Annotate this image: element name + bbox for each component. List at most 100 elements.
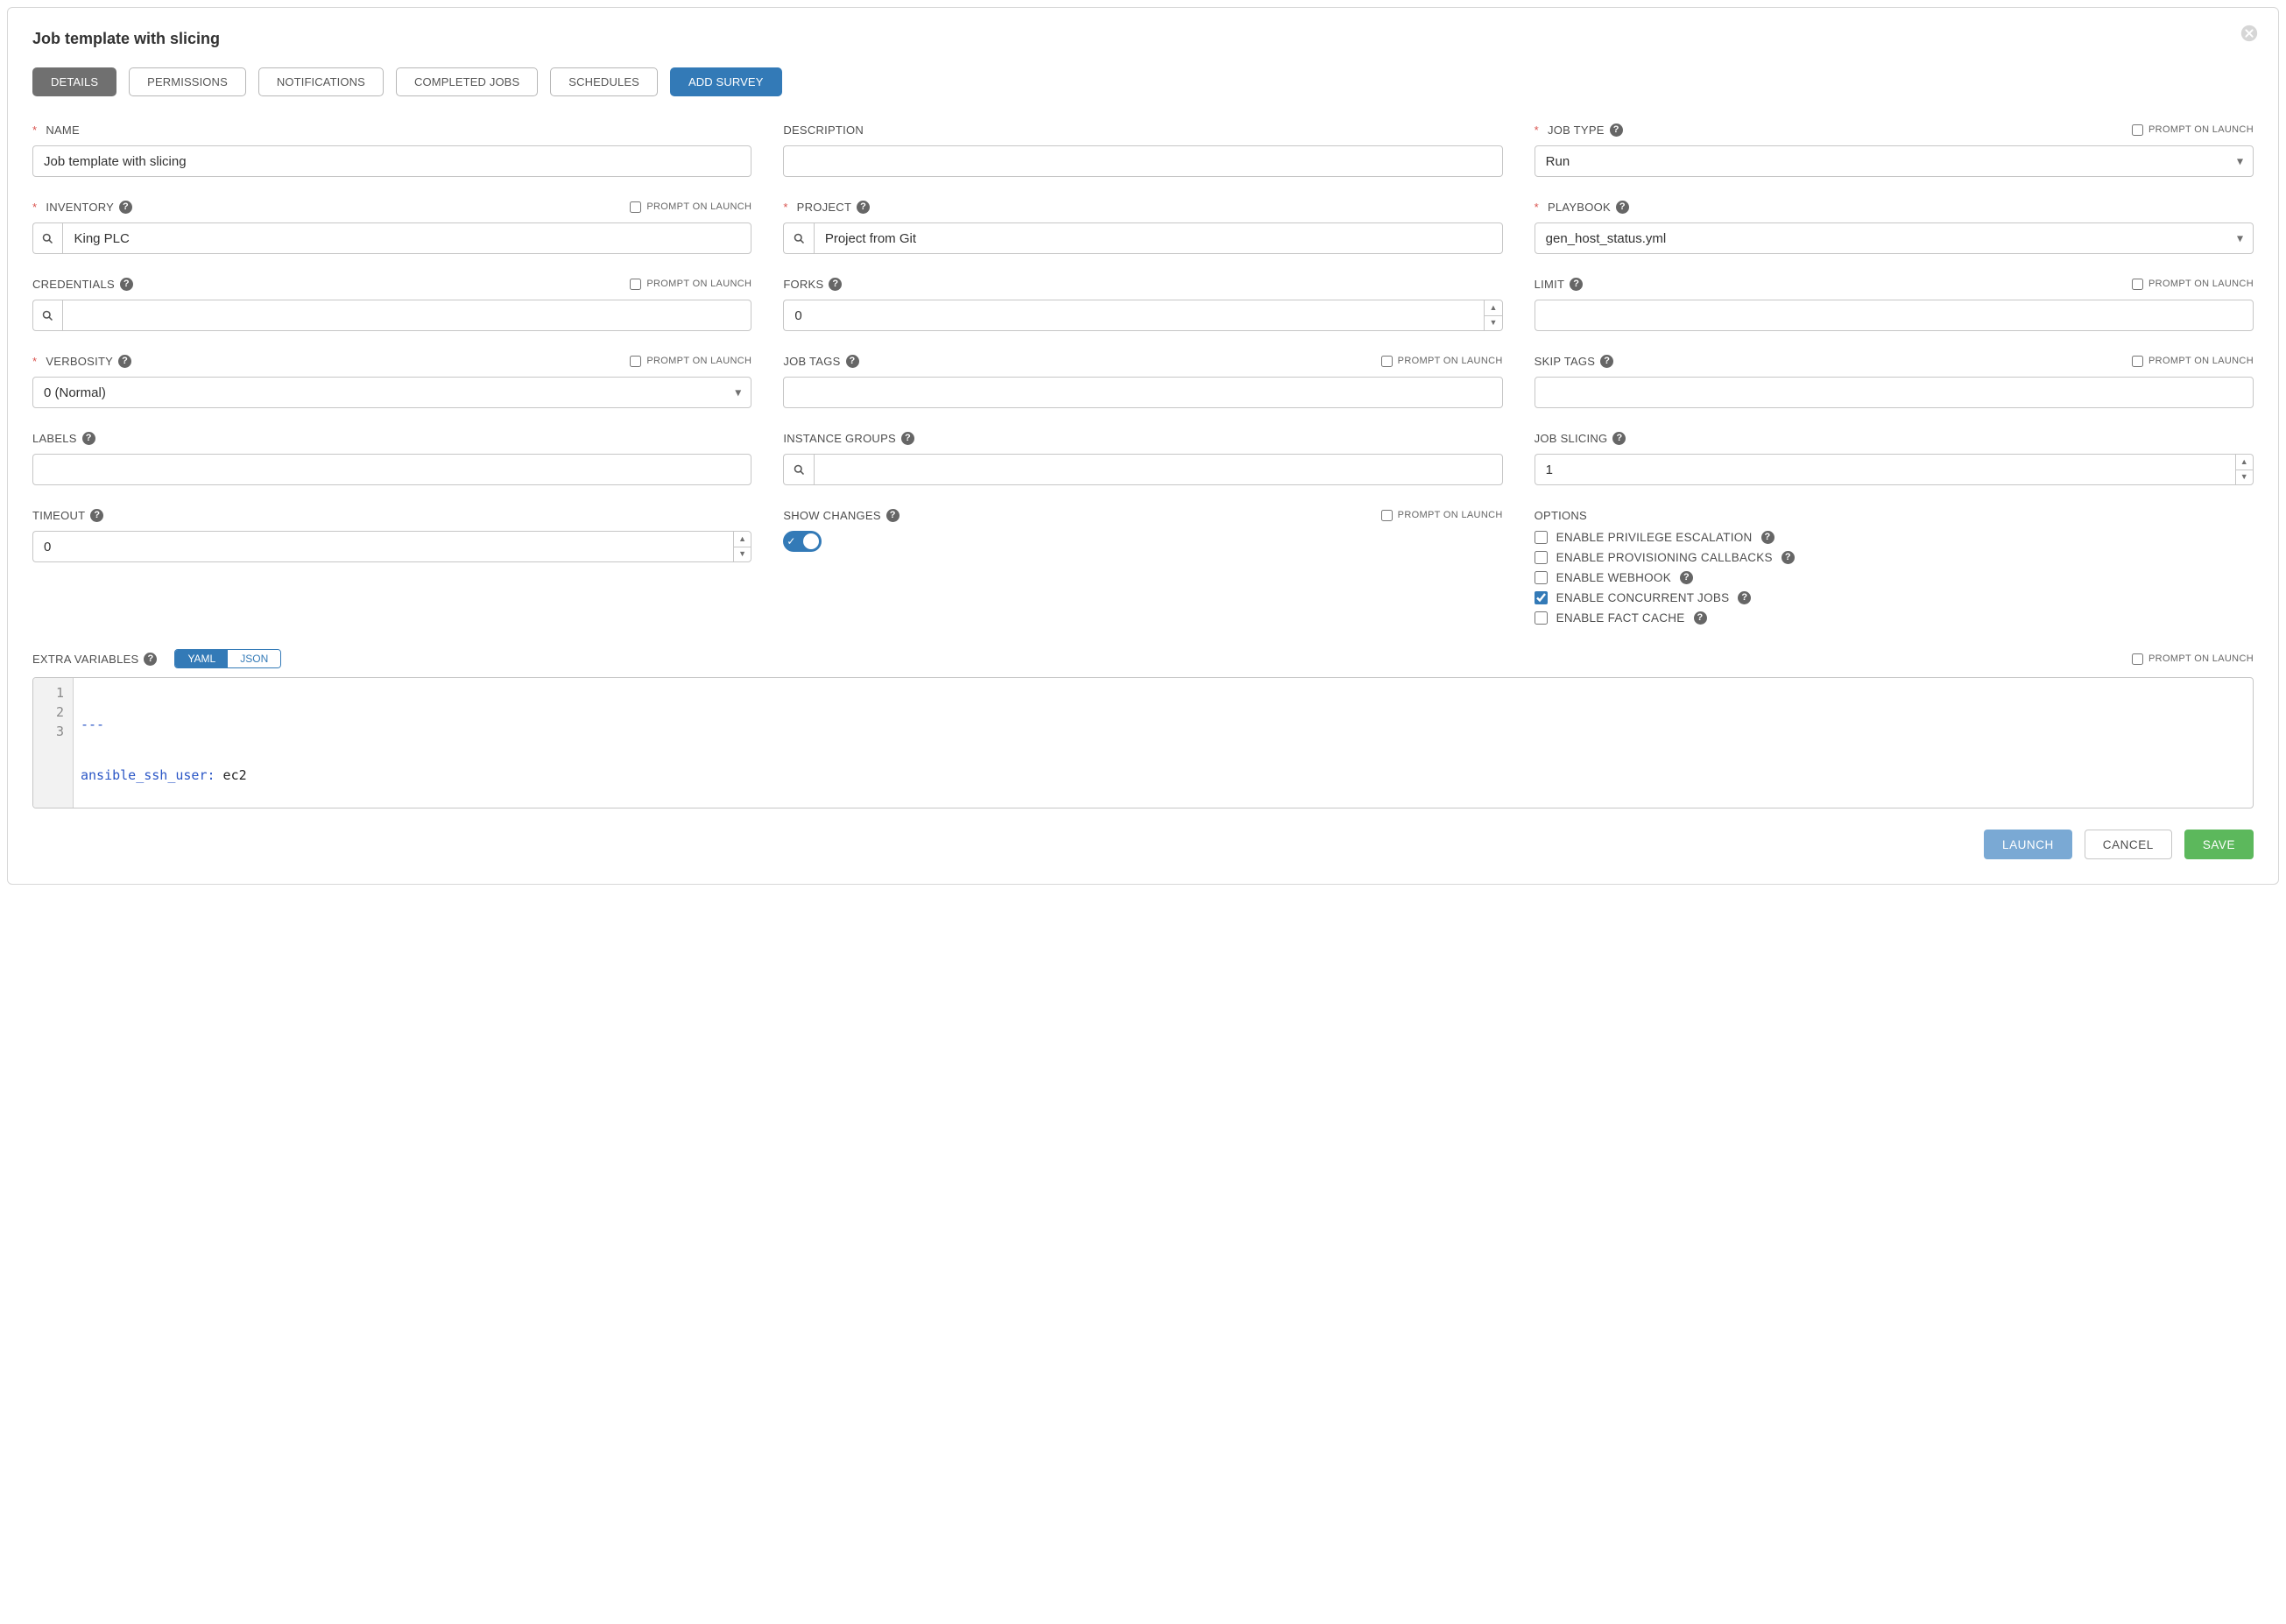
prompt-extra-vars[interactable]: PROMPT ON LAUNCH [2132, 653, 2254, 665]
prompt-credentials[interactable]: PROMPT ON LAUNCH [630, 279, 751, 290]
prompt-job-tags[interactable]: PROMPT ON LAUNCH [1381, 356, 1503, 367]
mode-json-button[interactable]: JSON [228, 650, 280, 667]
help-icon[interactable]: ? [1694, 611, 1707, 625]
verbosity-select[interactable] [32, 377, 751, 408]
help-icon[interactable]: ? [1612, 432, 1626, 445]
help-icon[interactable]: ? [90, 509, 103, 522]
label-job-tags: JOB TAGS [783, 355, 840, 368]
prompt-label: PROMPT ON LAUNCH [2148, 653, 2254, 664]
option-fact-cache[interactable]: ENABLE FACT CACHE? [1535, 611, 2254, 625]
tab-completed-jobs[interactable]: COMPLETED JOBS [396, 67, 538, 96]
help-icon[interactable]: ? [901, 432, 914, 445]
field-forks: FORKS? ▲▼ [783, 275, 1502, 331]
label-description: DESCRIPTION [783, 124, 864, 137]
prompt-label: PROMPT ON LAUNCH [2148, 279, 2254, 289]
field-instance-groups: INSTANCE GROUPS? [783, 429, 1502, 485]
tab-details[interactable]: DETAILS [32, 67, 116, 96]
field-labels: LABELS? [32, 429, 751, 485]
tab-permissions[interactable]: PERMISSIONS [129, 67, 246, 96]
forks-input[interactable] [783, 300, 1484, 331]
project-input[interactable] [814, 222, 1503, 254]
slicing-down-button[interactable]: ▼ [2236, 470, 2253, 485]
mode-yaml-button[interactable]: YAML [175, 650, 228, 667]
code-token: ansible_ssh_user: [81, 767, 215, 783]
inventory-input[interactable] [62, 222, 751, 254]
name-input[interactable] [32, 145, 751, 177]
forks-up-button[interactable]: ▲ [1485, 300, 1501, 316]
credentials-lookup-button[interactable] [32, 300, 62, 331]
job-tags-input[interactable] [783, 377, 1502, 408]
option-priv-esc[interactable]: ENABLE PRIVILEGE ESCALATION? [1535, 531, 2254, 544]
page-title: Job template with slicing [32, 30, 2254, 48]
help-icon[interactable]: ? [857, 201, 870, 214]
option-prov-callbacks[interactable]: ENABLE PROVISIONING CALLBACKS? [1535, 551, 2254, 564]
labels-input[interactable] [32, 454, 751, 485]
opt-label: ENABLE PRIVILEGE ESCALATION [1556, 531, 1753, 544]
instance-groups-input[interactable] [814, 454, 1503, 485]
project-lookup-button[interactable] [783, 222, 813, 254]
help-icon[interactable]: ? [1610, 124, 1623, 137]
label-limit: LIMIT [1535, 278, 1565, 291]
field-timeout: TIMEOUT? ▲▼ [32, 506, 751, 625]
help-icon[interactable]: ? [1782, 551, 1795, 564]
label-inventory: INVENTORY [46, 201, 114, 214]
prompt-limit[interactable]: PROMPT ON LAUNCH [2132, 279, 2254, 290]
label-timeout: TIMEOUT [32, 509, 85, 522]
field-show-changes: SHOW CHANGES? PROMPT ON LAUNCH ✓ [783, 506, 1502, 625]
timeout-down-button[interactable]: ▼ [734, 547, 751, 562]
prompt-verbosity[interactable]: PROMPT ON LAUNCH [630, 356, 751, 367]
prompt-inventory[interactable]: PROMPT ON LAUNCH [630, 201, 751, 213]
save-button[interactable]: SAVE [2184, 830, 2254, 859]
editor-body[interactable]: --- ansible_ssh_user: ec2 ansible_connec… [74, 678, 287, 808]
help-icon[interactable]: ? [846, 355, 859, 368]
prompt-skip-tags[interactable]: PROMPT ON LAUNCH [2132, 356, 2254, 367]
help-icon[interactable]: ? [1761, 531, 1774, 544]
help-icon[interactable]: ? [1738, 591, 1751, 604]
help-icon[interactable]: ? [1570, 278, 1583, 291]
cancel-button[interactable]: CANCEL [2085, 830, 2172, 859]
close-icon[interactable] [2240, 24, 2259, 43]
forks-down-button[interactable]: ▼ [1485, 316, 1501, 331]
help-icon[interactable]: ? [829, 278, 842, 291]
extra-vars-editor[interactable]: 1 2 3 --- ansible_ssh_user: ec2 ansible_… [32, 677, 2254, 808]
label-name: NAME [46, 124, 80, 137]
tab-schedules[interactable]: SCHEDULES [550, 67, 658, 96]
field-project: *PROJECT? [783, 198, 1502, 254]
description-input[interactable] [783, 145, 1502, 177]
option-webhook[interactable]: ENABLE WEBHOOK? [1535, 571, 2254, 584]
slicing-up-button[interactable]: ▲ [2236, 455, 2253, 470]
credentials-input[interactable] [62, 300, 751, 331]
required-indicator: * [1535, 124, 1539, 137]
timeout-input[interactable] [32, 531, 733, 562]
tab-notifications[interactable]: NOTIFICATIONS [258, 67, 384, 96]
job-type-select[interactable] [1535, 145, 2254, 177]
line-number: 3 [33, 722, 64, 741]
help-icon[interactable]: ? [120, 278, 133, 291]
field-description: DESCRIPTION [783, 121, 1502, 177]
job-slicing-input[interactable] [1535, 454, 2235, 485]
label-playbook: PLAYBOOK [1548, 201, 1611, 214]
limit-input[interactable] [1535, 300, 2254, 331]
option-concurrent[interactable]: ENABLE CONCURRENT JOBS? [1535, 591, 2254, 604]
prompt-label: PROMPT ON LAUNCH [2148, 124, 2254, 135]
tab-add-survey[interactable]: ADD SURVEY [670, 67, 782, 96]
help-icon[interactable]: ? [119, 201, 132, 214]
help-icon[interactable]: ? [82, 432, 95, 445]
help-icon[interactable]: ? [1616, 201, 1629, 214]
field-playbook: *PLAYBOOK? ▾ [1535, 198, 2254, 254]
help-icon[interactable]: ? [1600, 355, 1613, 368]
help-icon[interactable]: ? [1680, 571, 1693, 584]
skip-tags-input[interactable] [1535, 377, 2254, 408]
help-icon[interactable]: ? [886, 509, 900, 522]
inventory-lookup-button[interactable] [32, 222, 62, 254]
show-changes-toggle[interactable]: ✓ [783, 531, 822, 552]
help-icon[interactable]: ? [144, 653, 157, 666]
prompt-job-type[interactable]: PROMPT ON LAUNCH [2132, 124, 2254, 136]
prompt-show-changes[interactable]: PROMPT ON LAUNCH [1381, 510, 1503, 521]
instance-groups-lookup-button[interactable] [783, 454, 813, 485]
playbook-select[interactable] [1535, 222, 2254, 254]
help-icon[interactable]: ? [118, 355, 131, 368]
timeout-up-button[interactable]: ▲ [734, 532, 751, 547]
launch-button[interactable]: LAUNCH [1984, 830, 2072, 859]
prompt-label: PROMPT ON LAUNCH [2148, 356, 2254, 366]
